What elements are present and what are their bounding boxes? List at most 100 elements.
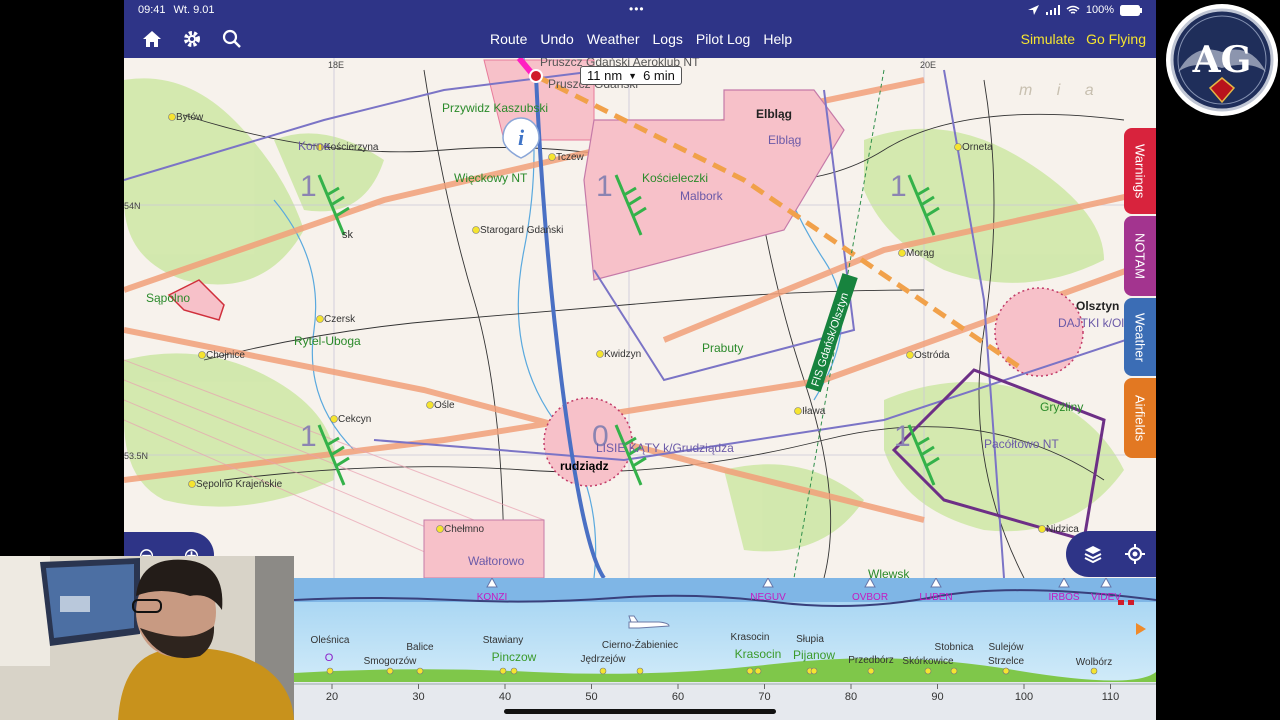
airfield-label[interactable]: Elbląg xyxy=(768,133,801,147)
locate-icon[interactable] xyxy=(1125,544,1145,564)
town-dot xyxy=(954,143,962,151)
town-label: Nidzica xyxy=(1046,524,1079,535)
profile-place: Strzelce xyxy=(988,656,1025,667)
multitask-dots-icon[interactable]: ••• xyxy=(629,2,645,16)
home-indicator[interactable] xyxy=(504,709,776,714)
search-icon[interactable] xyxy=(220,27,244,51)
profile-waypoint[interactable]: VIDEV xyxy=(1091,592,1121,603)
place-dot xyxy=(867,667,875,675)
axis-tick-label: 80 xyxy=(845,691,857,703)
flight-actions: Simulate Go Flying xyxy=(1021,20,1146,58)
profile-place: Jędrzejów xyxy=(580,654,626,665)
signal-icon xyxy=(1045,5,1060,15)
airfield-label[interactable]: Rytel-Uboga xyxy=(294,334,361,348)
menu-help[interactable]: Help xyxy=(763,31,792,47)
town-label: Cekcyn xyxy=(338,414,371,425)
svg-text:i: i xyxy=(518,125,525,150)
airfield-label[interactable]: Olsztyn xyxy=(1076,299,1119,313)
axis-tick-label: 60 xyxy=(672,691,684,703)
place-dot xyxy=(636,667,644,675)
profile-place: Sulejów xyxy=(988,642,1024,653)
place-dot xyxy=(599,667,607,675)
partial-label: Korne xyxy=(298,139,330,153)
menu-weather[interactable]: Weather xyxy=(587,31,640,47)
airfield-label[interactable]: Malbork xyxy=(680,189,724,203)
map-controls xyxy=(1066,531,1156,577)
profile-waypoint[interactable]: LUBEN xyxy=(919,592,952,603)
status-time: 09:41 xyxy=(138,4,166,16)
chevron-down-icon: ▼ xyxy=(628,70,638,81)
place-dot xyxy=(754,667,762,675)
town-label: Ośle xyxy=(434,400,455,411)
home-icon[interactable] xyxy=(140,27,164,51)
tab-notam[interactable]: NOTAM xyxy=(1124,216,1156,296)
vfr-map[interactable]: FIS Gdańsk/Olsztyn 18E54N53.5N20E 1 1 11 10… xyxy=(124,0,1156,578)
place-dot xyxy=(1002,667,1010,675)
axis-tick-label: 110 xyxy=(1102,691,1120,703)
axis-tick-label: 30 xyxy=(412,691,424,703)
town-label: Starogard Gdański xyxy=(480,225,563,236)
town-label: Ostróda xyxy=(914,350,950,361)
town-dot xyxy=(168,113,176,121)
place-dot xyxy=(499,667,507,675)
battery-level: 100% xyxy=(1085,4,1114,16)
status-bar: 09:41 Wt. 9.01 ••• 100% xyxy=(124,0,1156,20)
menu-logs[interactable]: Logs xyxy=(653,31,683,47)
airfield-label[interactable]: Przywidz Kaszubski xyxy=(442,101,548,115)
location-icon xyxy=(1027,5,1039,15)
profile-place: Słupia xyxy=(796,634,824,645)
background-monitor xyxy=(40,558,140,646)
menu-pilot-log[interactable]: Pilot Log xyxy=(696,31,750,47)
axis-tick-label: 70 xyxy=(758,691,770,703)
town-label: Morąg xyxy=(906,248,934,259)
axis-tick-label: 50 xyxy=(585,691,597,703)
airspace-digit: 1 xyxy=(894,420,911,453)
place-dot xyxy=(386,667,394,675)
airfield-label[interactable]: Kościeleczki xyxy=(642,171,708,185)
layers-icon[interactable] xyxy=(1083,544,1103,564)
airfield-label[interactable]: Wałtorowo xyxy=(468,554,525,568)
coord-label: 54N xyxy=(124,201,141,211)
menu-route[interactable]: Route xyxy=(490,31,527,47)
status-date: Wt. 9.01 xyxy=(173,4,215,16)
profile-place: Krasocin xyxy=(735,647,782,661)
tab-warnings[interactable]: Warnings xyxy=(1124,128,1156,214)
gear-icon[interactable] xyxy=(180,27,204,51)
airfield-label[interactable]: Sąpolno xyxy=(146,291,190,305)
airfield-label[interactable]: Wlewsk xyxy=(868,567,910,578)
town-label: Chojnice xyxy=(206,350,245,361)
tab-weather[interactable]: Weather xyxy=(1124,298,1156,376)
aircraft-position xyxy=(529,69,543,83)
airfield-label[interactable]: Elbląg xyxy=(756,107,792,121)
profile-place: Skórkowice xyxy=(902,656,954,667)
town-label: Sępolno Krajeńskie xyxy=(196,479,283,490)
town-dot xyxy=(436,525,444,533)
airfield-label[interactable]: LISIE KĄTY k/Grudziądza xyxy=(596,441,734,455)
webcam-overlay xyxy=(0,556,294,720)
profile-waypoint[interactable]: OVBOR xyxy=(852,592,888,603)
channel-logo: AG xyxy=(1166,4,1278,116)
svg-text:O: O xyxy=(325,652,334,664)
info-icon[interactable]: i xyxy=(501,116,541,160)
place-dot xyxy=(950,667,958,675)
place-dot xyxy=(746,667,754,675)
menu-undo[interactable]: Undo xyxy=(540,31,573,47)
simulate-button[interactable]: Simulate xyxy=(1021,31,1075,47)
airfield-label[interactable]: Pacółtowo NT xyxy=(984,437,1059,451)
airfield-label[interactable]: Więckowy NT xyxy=(454,171,528,185)
svg-text:AG: AG xyxy=(1192,39,1252,81)
tab-airfields[interactable]: Airfields xyxy=(1124,378,1156,458)
screen: FIS Gdańsk/Olsztyn 18E 54N 53.5N 20E 111110… xyxy=(0,0,1280,720)
coord-label: 53.5N xyxy=(124,451,148,461)
profile-place: Przedbórz xyxy=(848,655,894,666)
axis-tick-label: 90 xyxy=(931,691,943,703)
airfield-label[interactable]: Prabuty xyxy=(702,341,743,355)
go-flying-button[interactable]: Go Flying xyxy=(1086,31,1146,47)
profile-waypoint[interactable]: NEGUV xyxy=(750,592,786,603)
profile-waypoint[interactable]: KONZI xyxy=(477,592,508,603)
town-dot xyxy=(426,401,434,409)
vertical-profile[interactable]: KONZI NEGUV OVBOR LUBEN IRBOS VIDEV Oleśnica S… xyxy=(294,578,1156,720)
profile-waypoint[interactable]: IRBOS xyxy=(1048,592,1079,603)
route-distance-badge[interactable]: 11 nm ▼ 6 min xyxy=(580,66,682,85)
airfield-label[interactable]: Gryźliny xyxy=(1040,400,1083,414)
